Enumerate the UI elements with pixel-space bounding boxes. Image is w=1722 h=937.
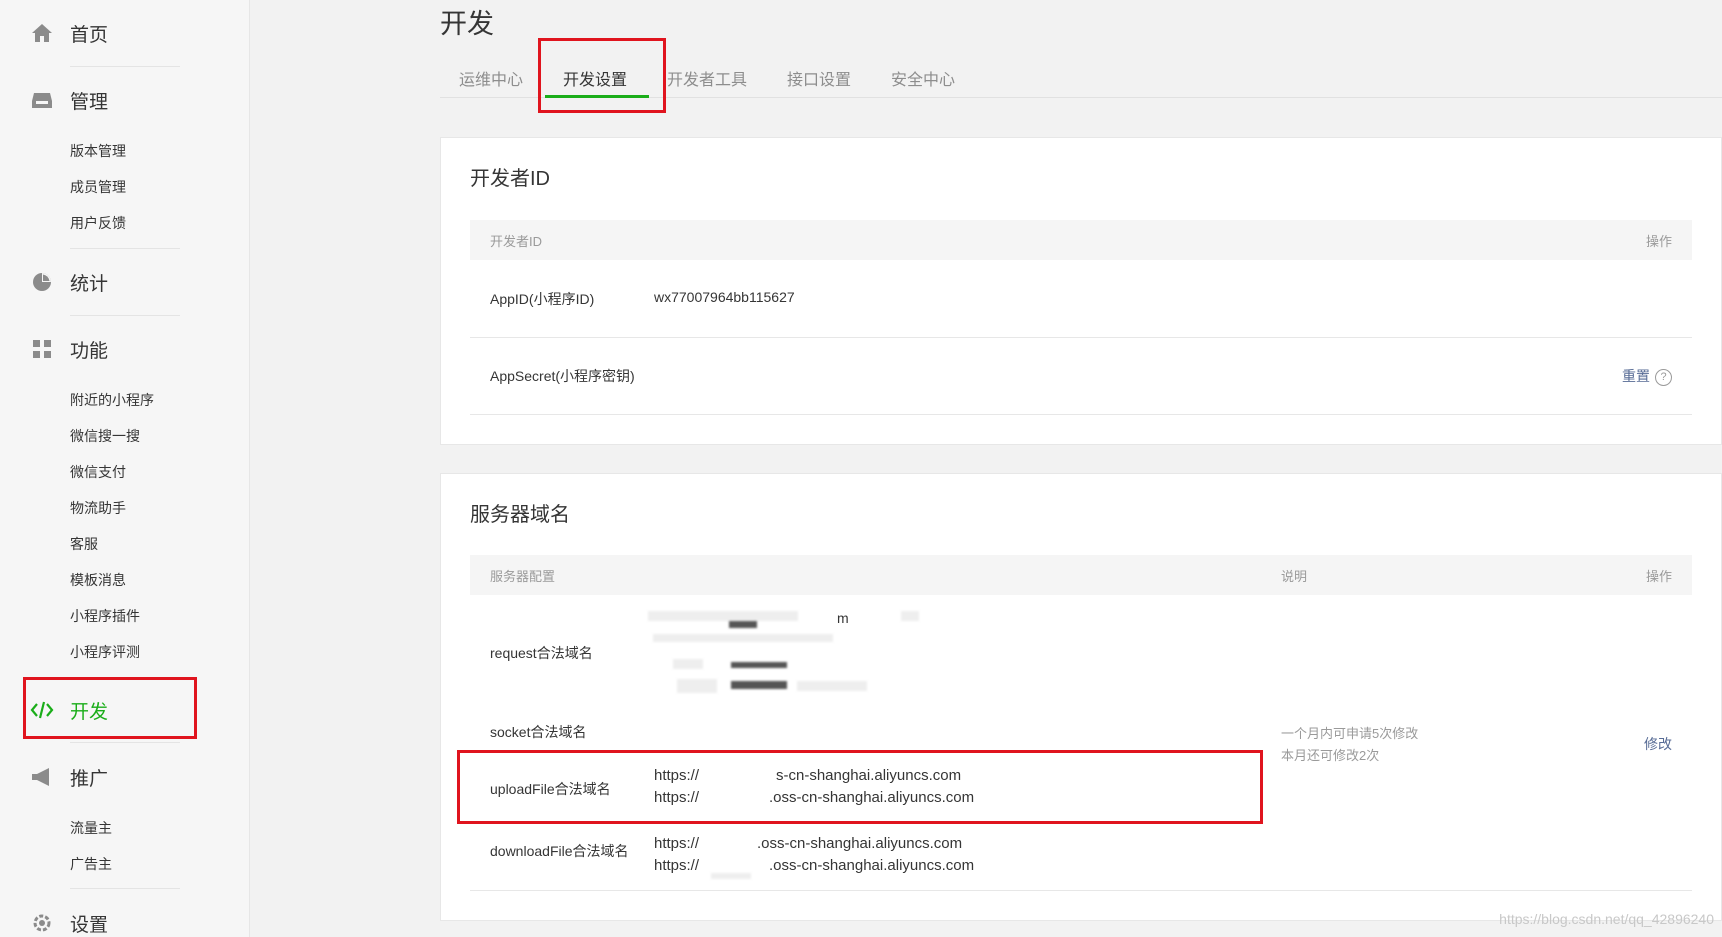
grid-icon <box>30 337 54 361</box>
help-icon[interactable]: ? <box>1655 368 1672 386</box>
divider <box>70 888 180 889</box>
gear-icon <box>30 911 54 935</box>
desc-line2: 本月还可修改2次 <box>1281 748 1380 763</box>
col-desc: 说明 <box>1281 569 1308 584</box>
row-divider <box>470 890 1692 891</box>
modify-link[interactable]: 修改 <box>1644 734 1672 754</box>
download-label: downloadFile合法域名 <box>490 843 629 859</box>
desc-line1: 一个月内可申请5次修改 <box>1281 726 1419 741</box>
home-icon <box>30 21 54 45</box>
divider <box>70 315 180 316</box>
nav-settings-label: 设置 <box>70 914 109 936</box>
page-title: 开发 <box>440 9 494 39</box>
developer-id-card: 开发者ID 开发者ID 操作 AppID(小程序ID) wx77007964bb… <box>440 137 1722 445</box>
sidebar-item-members[interactable]: 成员管理 <box>70 177 126 197</box>
pie-chart-icon <box>30 270 54 294</box>
sidebar-item-service[interactable]: 客服 <box>70 534 98 554</box>
redacted-block <box>653 634 833 642</box>
request-fragment: m <box>837 610 849 626</box>
sidebar-item-pay[interactable]: 微信支付 <box>70 462 126 482</box>
developer-id-title: 开发者ID <box>470 168 550 190</box>
download-url-1-suffix: .oss-cn-shanghai.aliyuncs.com <box>757 835 963 852</box>
server-domain-card: 服务器域名 服务器配置 说明 操作 request合法域名 m socket合法… <box>440 473 1722 921</box>
redacted-block <box>731 681 787 689</box>
reset-link[interactable]: 重置 <box>1622 368 1650 384</box>
reset-action: 重置? <box>1622 366 1672 386</box>
sidebar-item-traffic[interactable]: 流量主 <box>70 818 112 838</box>
download-url-2-suffix: .oss-cn-shanghai.aliyuncs.com <box>769 857 975 874</box>
col-developer-id: 开发者ID <box>490 234 543 249</box>
nav-home-label: 首页 <box>70 24 109 46</box>
redacted-block <box>901 611 919 621</box>
row-divider <box>470 337 1692 338</box>
nav-settings[interactable]: 设置 <box>30 905 108 937</box>
redacted-block <box>797 681 867 691</box>
redacted-block <box>673 659 703 669</box>
sidebar: 首页 管理 版本管理 成员管理 用户反馈 统计 功能 附近的小程序 微信搜一搜 … <box>0 0 250 937</box>
table-header: 服务器配置 说明 操作 <box>470 555 1692 595</box>
highlight-upload-row <box>457 750 1263 824</box>
divider <box>70 742 180 743</box>
tab-dev-tools[interactable]: 开发者工具 <box>667 66 747 90</box>
tab-api-settings[interactable]: 接口设置 <box>787 66 851 90</box>
appid-value: wx77007964bb115627 <box>654 289 795 305</box>
appsecret-label: AppSecret(小程序密钥) <box>490 368 635 384</box>
server-domain-title: 服务器域名 <box>470 504 570 526</box>
redacted-block <box>677 679 717 693</box>
nav-stats-label: 统计 <box>70 273 109 295</box>
nav-manage-label: 管理 <box>70 91 109 113</box>
inbox-icon <box>30 88 54 112</box>
redacted-block <box>648 611 798 621</box>
sidebar-item-nearby[interactable]: 附近的小程序 <box>70 390 154 410</box>
redacted-block <box>729 621 757 628</box>
redacted-block <box>711 873 751 879</box>
divider <box>70 248 180 249</box>
nav-stats[interactable]: 统计 <box>30 264 108 300</box>
megaphone-icon <box>30 765 54 789</box>
highlight-develop <box>23 677 197 739</box>
sidebar-item-advertiser[interactable]: 广告主 <box>70 854 112 874</box>
sidebar-item-review[interactable]: 小程序评测 <box>70 642 140 662</box>
request-label: request合法域名 <box>490 645 593 661</box>
sidebar-item-search[interactable]: 微信搜一搜 <box>70 426 140 446</box>
download-url-2-prefix: https:// <box>654 857 700 874</box>
sidebar-item-logistics[interactable]: 物流助手 <box>70 498 126 518</box>
col-config: 服务器配置 <box>490 569 556 584</box>
col-action: 操作 <box>1645 234 1672 249</box>
nav-promote-label: 推广 <box>70 768 109 790</box>
redacted-block <box>731 662 787 668</box>
nav-features-label: 功能 <box>70 340 109 362</box>
socket-label: socket合法域名 <box>490 724 587 740</box>
nav-features[interactable]: 功能 <box>30 331 108 367</box>
divider <box>70 66 180 67</box>
row-divider <box>470 414 1692 415</box>
table-header: 开发者ID 操作 <box>470 220 1692 260</box>
sidebar-item-template[interactable]: 模板消息 <box>70 570 126 590</box>
col-action: 操作 <box>1645 569 1672 584</box>
sidebar-item-feedback[interactable]: 用户反馈 <box>70 213 126 233</box>
tab-ops[interactable]: 运维中心 <box>459 66 523 90</box>
nav-manage[interactable]: 管理 <box>30 82 108 118</box>
sidebar-item-version[interactable]: 版本管理 <box>70 141 126 161</box>
sidebar-item-plugin[interactable]: 小程序插件 <box>70 606 140 626</box>
nav-home[interactable]: 首页 <box>30 15 108 51</box>
download-url-1-prefix: https:// <box>654 835 700 852</box>
tab-security[interactable]: 安全中心 <box>891 66 955 90</box>
nav-promote[interactable]: 推广 <box>30 759 108 795</box>
highlight-tab <box>538 38 666 113</box>
appid-label: AppID(小程序ID) <box>490 291 595 307</box>
watermark: https://blog.csdn.net/qq_42896240 <box>1499 911 1714 927</box>
